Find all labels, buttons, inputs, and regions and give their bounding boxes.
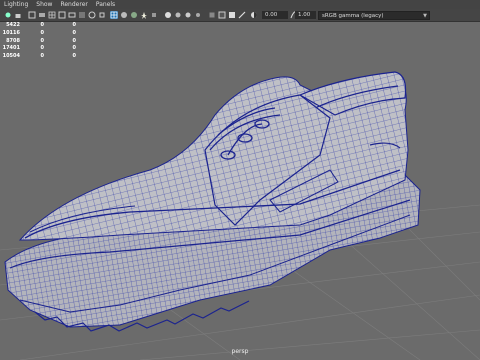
menu-lighting[interactable]: Lighting	[4, 0, 28, 9]
wireframe-on-shaded-icon[interactable]	[110, 11, 118, 19]
use-lights-icon[interactable]	[140, 11, 148, 19]
camera-label: persp	[231, 348, 249, 355]
exposure-icon[interactable]	[250, 11, 258, 19]
isolate-select-icon[interactable]	[208, 11, 216, 19]
select-camera-icon[interactable]	[4, 11, 12, 19]
color-space-value: sRGB gamma (legacy)	[322, 13, 384, 19]
resolution-gate-icon[interactable]	[68, 11, 76, 19]
menu-renderer[interactable]: Renderer	[60, 0, 87, 9]
hud-row: 10116 0 0	[2, 29, 76, 36]
textured-icon[interactable]	[130, 11, 138, 19]
field-chart-icon[interactable]	[88, 11, 96, 19]
xray-active-components-icon[interactable]	[228, 11, 236, 19]
safe-action-icon[interactable]	[98, 11, 106, 19]
depth-of-field-icon[interactable]	[194, 11, 202, 19]
chevron-down-icon: ▼	[423, 13, 427, 19]
multisample-aa-icon[interactable]	[184, 11, 192, 19]
panel-menubar: Lighting Show Renderer Panels	[0, 0, 480, 9]
xray-icon[interactable]	[218, 11, 226, 19]
lock-camera-icon[interactable]	[14, 11, 22, 19]
bookmark-icon[interactable]	[28, 11, 36, 19]
gate-mask-icon[interactable]	[78, 11, 86, 19]
hud-row: 8708 0 0	[6, 37, 76, 44]
ambient-occlusion-icon[interactable]	[164, 11, 172, 19]
motion-blur-icon[interactable]	[174, 11, 182, 19]
menu-show[interactable]: Show	[36, 0, 52, 9]
film-gate-icon[interactable]	[58, 11, 66, 19]
poly-count-hud: 5422 0 0 10116 0 0 8708 0 0 17401 0 0 10…	[0, 22, 76, 61]
viewport[interactable]	[0, 22, 480, 360]
shoe-model	[4, 71, 421, 332]
grid-icon[interactable]	[48, 11, 56, 19]
smooth-shade-icon[interactable]	[120, 11, 128, 19]
hud-row: 17401 0 0	[2, 45, 76, 52]
exposure-field[interactable]: 0.00	[262, 11, 288, 19]
panel-toolbar: 0.00 1.00 sRGB gamma (legacy) ▼	[0, 9, 480, 22]
xray-joints-icon[interactable]	[238, 11, 246, 19]
viewport-canvas	[0, 71, 480, 360]
image-plane-icon[interactable]	[38, 11, 46, 19]
gamma-field[interactable]: 1.00	[295, 11, 316, 19]
hud-row: 10504 0 0	[2, 53, 76, 60]
menu-panels[interactable]: Panels	[96, 0, 115, 9]
color-space-select[interactable]: sRGB gamma (legacy) ▼	[318, 11, 430, 20]
hud-row: 5422 0 0	[6, 22, 76, 28]
shadows-icon[interactable]	[150, 11, 158, 19]
